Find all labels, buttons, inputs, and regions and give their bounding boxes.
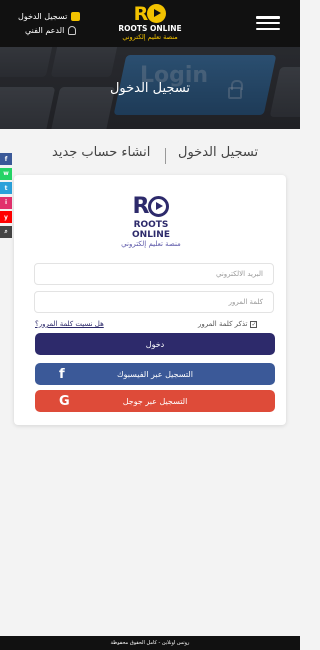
copyright-text: روتس اونلاين - كامل الحقوق محفوظة (110, 640, 190, 646)
play-icon (148, 196, 170, 217)
checkbox-check-icon[interactable]: ✓ (250, 320, 258, 328)
instagram-icon[interactable]: i (0, 196, 12, 209)
whatsapp-icon[interactable]: w (0, 167, 12, 180)
site-footer: روتس اونلاين - كامل الحقوق محفوظة (0, 636, 300, 650)
logo-title: ROOTS ONLINE (118, 24, 182, 33)
facebook-icon: f (59, 367, 65, 382)
google-login-button[interactable]: G التسجيل عبر جوجل (35, 390, 275, 412)
telegram-icon[interactable]: t (0, 182, 12, 194)
header-login-label: تسجيل الدخول (18, 12, 68, 21)
tab-divider (165, 148, 166, 164)
logo-mark: R (114, 4, 186, 24)
remember-me-label: تذكر كلمة المرور (198, 320, 248, 328)
header-support-label: الدعم الفني (25, 26, 65, 35)
play-icon (147, 4, 167, 23)
remember-me-checkbox[interactable]: تذكر كلمة المرور ✓ (198, 320, 258, 328)
login-button-label: دخول (145, 339, 165, 349)
header-login-link[interactable]: تسجيل الدخول (18, 12, 81, 21)
login-icon (71, 12, 81, 21)
headset-icon (68, 26, 77, 35)
header-support-link[interactable]: الدعم الفني (25, 26, 77, 35)
logo-subtitle: منصة تعليم إلكتروني (122, 33, 178, 41)
card-logo-title: ROOTS ONLINE (132, 220, 170, 240)
card-logo-subtitle: منصة تعليم إلكتروني (121, 240, 181, 248)
card-logo-mark: R (116, 196, 186, 218)
google-button-label: التسجيل عبر جوجل (122, 396, 188, 406)
page-title: تسجيل الدخول (109, 81, 191, 96)
email-field[interactable] (34, 263, 274, 285)
google-icon: G (59, 394, 70, 409)
search-icon[interactable]: ⌕ (0, 225, 12, 238)
hamburger-icon[interactable] (256, 16, 280, 31)
password-field[interactable] (34, 291, 274, 313)
forgot-password-link[interactable]: هل نسيت كلمة المرور؟ (35, 320, 104, 328)
site-logo[interactable]: R ROOTS ONLINE منصة تعليم إلكتروني (114, 4, 186, 44)
login-button[interactable]: دخول (35, 333, 275, 355)
youtube-icon[interactable]: y (0, 211, 12, 223)
facebook-icon[interactable]: f (0, 153, 12, 165)
facebook-login-button[interactable]: f التسجيل عبر الفيسبوك (35, 363, 275, 385)
facebook-button-label: التسجيل عبر الفيسبوك (117, 369, 193, 379)
social-sidebar: f w t i y ⌕ (0, 153, 12, 240)
auth-tabs: تسجيل الدخول انشاء حساب جديد (0, 145, 300, 167)
card-logo: R ROOTS ONLINE منصة تعليم إلكتروني (116, 196, 186, 249)
page-banner: Login تسجيل الدخول (0, 47, 300, 129)
tab-login[interactable]: تسجيل الدخول (178, 145, 258, 160)
tab-register[interactable]: انشاء حساب جديد (52, 145, 150, 160)
top-header: تسجيل الدخول الدعم الفني R ROOTS ONLINE … (0, 0, 300, 47)
